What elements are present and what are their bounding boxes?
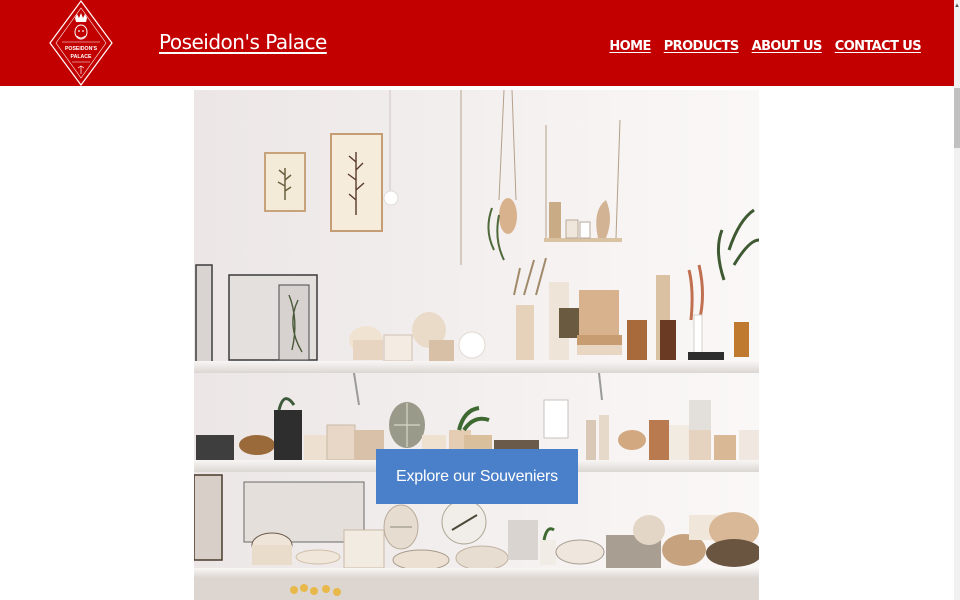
page: POSEIDON'S PALACE Poseidon's Palace HOME… [0, 0, 960, 600]
scrollbar-thumb[interactable] [954, 88, 960, 148]
logo-text-line2: PALACE [71, 54, 92, 60]
nav-home[interactable]: HOME [609, 39, 651, 54]
diamond-logo-icon: POSEIDON'S PALACE [49, 0, 113, 87]
logo-text-line1: POSEIDON'S [65, 46, 98, 52]
main-nav: HOME PRODUCTS ABOUT US CONTACT US [609, 39, 921, 54]
site-logo[interactable]: POSEIDON'S PALACE [48, 0, 114, 87]
site-header: POSEIDON'S PALACE Poseidon's Palace HOME… [0, 0, 954, 87]
nav-contact-us[interactable]: CONTACT US [835, 39, 922, 54]
explore-souvenirs-button[interactable]: Explore our Souveniers [376, 449, 578, 504]
nav-about-us[interactable]: ABOUT US [752, 39, 823, 54]
scroll-up-arrow-icon[interactable]: ▲ [954, 0, 960, 12]
site-title-link[interactable]: Poseidon's Palace [159, 30, 327, 54]
nav-products[interactable]: PRODUCTS [664, 39, 740, 54]
page-scrollbar[interactable]: ▲ [954, 0, 960, 600]
hero-image [194, 90, 759, 600]
shop-shelves-illustration [194, 90, 759, 600]
